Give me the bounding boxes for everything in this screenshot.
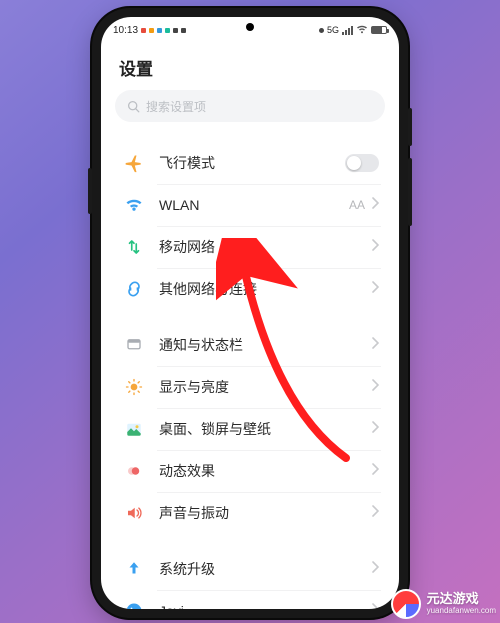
row-label: 动态效果 bbox=[159, 461, 371, 481]
watermark-logo-icon bbox=[391, 589, 421, 619]
volume-up-button bbox=[408, 108, 412, 146]
row-notification[interactable]: 通知与状态栏 bbox=[105, 324, 395, 366]
watermark-url: yuandafanwen.com bbox=[427, 607, 496, 616]
watermark-brand: 元达游戏 bbox=[427, 592, 496, 606]
chevron-right-icon bbox=[371, 280, 379, 298]
status-app-dot bbox=[165, 28, 170, 33]
row-jovi[interactable]: Jovi bbox=[105, 590, 395, 609]
row-label: Jovi bbox=[159, 603, 371, 609]
row-motion[interactable]: 动态效果 bbox=[105, 450, 395, 492]
chevron-right-icon bbox=[371, 378, 379, 396]
row-label: 系统升级 bbox=[159, 559, 371, 579]
link-icon bbox=[123, 278, 145, 300]
status-app-dot bbox=[149, 28, 154, 33]
row-wlan[interactable]: WLAN AA bbox=[105, 184, 395, 226]
row-label: 声音与振动 bbox=[159, 503, 371, 523]
mobile-network-icon bbox=[123, 236, 145, 258]
status-app-dot bbox=[181, 28, 186, 33]
chevron-right-icon bbox=[371, 560, 379, 578]
status-indicator bbox=[319, 28, 324, 33]
cellular-signal-icon bbox=[342, 26, 353, 35]
front-camera bbox=[246, 23, 254, 31]
status-app-dot bbox=[173, 28, 178, 33]
row-airplane-mode[interactable]: 飞行模式 bbox=[105, 142, 395, 184]
brightness-icon bbox=[123, 376, 145, 398]
chevron-right-icon bbox=[371, 602, 379, 609]
chevron-right-icon bbox=[371, 238, 379, 256]
row-system-update[interactable]: 系统升级 bbox=[105, 548, 395, 590]
status-app-dot bbox=[141, 28, 146, 33]
chevron-right-icon bbox=[371, 336, 379, 354]
search-input[interactable]: 搜索设置项 bbox=[115, 90, 385, 122]
wifi-icon bbox=[356, 25, 368, 36]
row-label: 飞行模式 bbox=[159, 153, 345, 173]
chevron-right-icon bbox=[371, 462, 379, 480]
page-title: 设置 bbox=[101, 43, 399, 90]
jovi-icon bbox=[123, 600, 145, 609]
row-label: 桌面、锁屏与壁纸 bbox=[159, 419, 371, 439]
search-placeholder: 搜索设置项 bbox=[146, 98, 206, 115]
row-desktop[interactable]: 桌面、锁屏与壁纸 bbox=[105, 408, 395, 450]
row-label: WLAN bbox=[159, 197, 349, 213]
chevron-right-icon bbox=[371, 504, 379, 522]
row-display[interactable]: 显示与亮度 bbox=[105, 366, 395, 408]
wallpaper-icon bbox=[123, 418, 145, 440]
status-app-dot bbox=[157, 28, 162, 33]
row-value: AA bbox=[349, 198, 365, 212]
phone-frame: 10:13 5G 设置 搜索设置项 bbox=[92, 8, 408, 618]
notification-icon bbox=[123, 334, 145, 356]
row-sound[interactable]: 声音与振动 bbox=[105, 492, 395, 534]
airplane-icon bbox=[123, 152, 145, 174]
chevron-right-icon bbox=[371, 420, 379, 438]
chevron-right-icon bbox=[371, 196, 379, 214]
battery-icon bbox=[371, 26, 387, 34]
row-label: 显示与亮度 bbox=[159, 377, 371, 397]
wifi-icon bbox=[123, 194, 145, 216]
row-other-network[interactable]: 其他网络与连接 bbox=[105, 268, 395, 310]
update-icon bbox=[123, 558, 145, 580]
network-type: 5G bbox=[327, 25, 339, 35]
row-label: 通知与状态栏 bbox=[159, 335, 371, 355]
row-label: 其他网络与连接 bbox=[159, 279, 371, 299]
settings-list: 飞行模式 WLAN AA 移动网络 bbox=[101, 128, 399, 609]
power-button bbox=[88, 168, 92, 214]
airplane-toggle[interactable] bbox=[345, 154, 379, 172]
volume-down-button bbox=[408, 158, 412, 226]
search-icon bbox=[127, 100, 140, 113]
sound-icon bbox=[123, 502, 145, 524]
watermark: 元达游戏 yuandafanwen.com bbox=[391, 589, 496, 619]
motion-icon bbox=[123, 460, 145, 482]
row-label: 移动网络 bbox=[159, 237, 371, 257]
status-time: 10:13 bbox=[113, 25, 138, 36]
row-mobile-network[interactable]: 移动网络 bbox=[105, 226, 395, 268]
screen: 10:13 5G 设置 搜索设置项 bbox=[101, 17, 399, 609]
